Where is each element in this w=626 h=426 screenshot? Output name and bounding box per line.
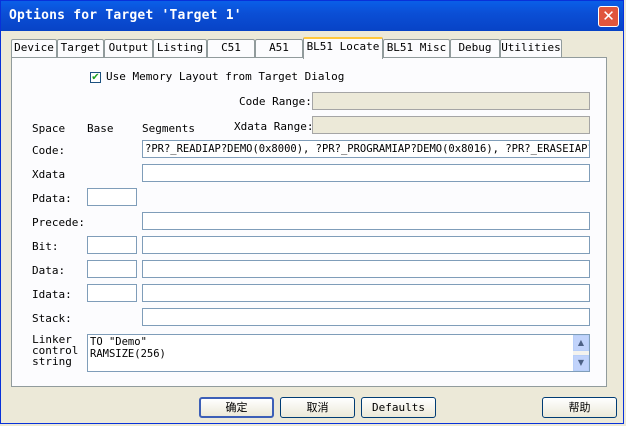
linker-scrollbar[interactable]: ▲ ▼ [573, 335, 589, 371]
close-icon[interactable]: ✕ [598, 6, 619, 27]
tab-output[interactable]: Output [104, 39, 153, 57]
tab-a51[interactable]: A51 [255, 39, 303, 57]
base-column-header: Base [87, 122, 114, 135]
data-base-field[interactable] [87, 260, 137, 278]
use-memory-layout-label[interactable]: Use Memory Layout from Target Dialog [106, 70, 344, 83]
stack-segments-field[interactable] [142, 308, 590, 326]
idata-row-label: Idata: [32, 288, 72, 301]
defaults-button[interactable]: Defaults [361, 397, 436, 418]
idata-base-field[interactable] [87, 284, 137, 302]
tab-listing[interactable]: Listing [153, 39, 207, 57]
linker-line-2: RAMSIZE(256) [90, 348, 166, 360]
linker-line-1: TO "Demo" [90, 336, 147, 348]
tab-device[interactable]: Device [11, 39, 57, 57]
pdata-row-label: Pdata: [32, 192, 72, 205]
space-column-header: Space [32, 122, 66, 135]
title-bar[interactable]: Options for Target 'Target 1' ✕ [1, 1, 623, 31]
xdata-row-label: Xdata [32, 168, 66, 181]
bit-row-label: Bit: [32, 240, 59, 253]
xdata-segments-field[interactable] [142, 164, 590, 182]
help-button[interactable]: 帮助 [542, 397, 617, 418]
tab-debug[interactable]: Debug [450, 39, 500, 57]
bit-base-field[interactable] [87, 236, 137, 254]
ok-button[interactable]: 确定 [199, 397, 274, 418]
use-memory-layout-checkbox[interactable]: ✔ [90, 72, 101, 83]
precede-segments-field[interactable] [142, 212, 590, 230]
pdata-base-field[interactable] [87, 188, 137, 206]
data-row-label: Data: [32, 264, 66, 277]
xdata-range-label: Xdata Range: [234, 120, 314, 133]
precede-row-label: Precede: [32, 216, 85, 229]
window-title: Options for Target 'Target 1' [9, 8, 242, 23]
code-range-label: Code Range: [239, 95, 312, 108]
tab-bl51-misc[interactable]: BL51 Misc [383, 39, 450, 57]
xdata-range-field[interactable] [312, 116, 590, 134]
tab-c51[interactable]: C51 [207, 39, 255, 57]
code-row-label: Code: [32, 144, 66, 157]
tab-bl51-locate[interactable]: BL51 Locate [303, 37, 383, 59]
tab-utilities[interactable]: Utilities [500, 39, 562, 57]
linker-control-label: Linker control string [32, 334, 78, 368]
idata-segments-field[interactable] [142, 284, 590, 302]
bit-segments-field[interactable] [142, 236, 590, 254]
code-range-field[interactable] [312, 92, 590, 110]
stack-row-label: Stack: [32, 312, 72, 325]
linker-label-line-3: string [32, 355, 72, 368]
bl51-locate-panel: ✔ Use Memory Layout from Target Dialog C… [11, 57, 607, 387]
segments-column-header: Segments [142, 122, 195, 135]
code-segments-field[interactable]: ?PR?_READIAP?DEMO(0x8000), ?PR?_PROGRAMI… [142, 140, 590, 158]
options-dialog: Options for Target 'Target 1' ✕ Device T… [0, 0, 624, 424]
scroll-down-icon[interactable]: ▼ [573, 355, 589, 371]
linker-control-textarea[interactable]: TO "Demo" RAMSIZE(256) ▲ ▼ [87, 334, 590, 372]
cancel-button[interactable]: 取消 [280, 397, 355, 418]
tab-target[interactable]: Target [57, 39, 104, 57]
scroll-up-icon[interactable]: ▲ [573, 335, 589, 351]
data-segments-field[interactable] [142, 260, 590, 278]
